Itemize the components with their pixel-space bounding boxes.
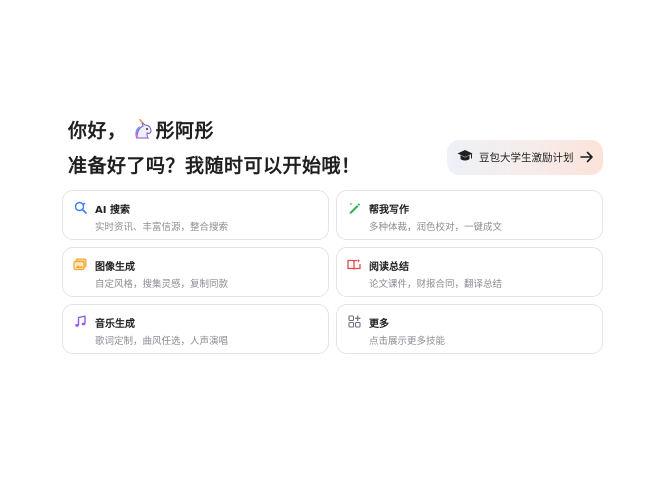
greeting-line: 你好， 彤阿彤 xyxy=(68,116,214,143)
skill-card-more[interactable]: 更多 点击展示更多技能 xyxy=(336,304,603,354)
card-description: 多种体裁，润色校对，一键成文 xyxy=(369,222,503,233)
card-description: 点击展示更多技能 xyxy=(369,336,446,347)
arrow-right-icon xyxy=(579,148,594,167)
promo-label: 豆包大学生激励计划 xyxy=(479,152,574,164)
image-icon xyxy=(73,257,87,271)
music-icon xyxy=(73,314,87,328)
skill-cards: AI 搜索 实时资讯、丰富信源，整合搜索 帮我写作 多种体裁，润色校对，一键成文 xyxy=(62,190,603,354)
greeting-subline: 准备好了吗？我随时可以开始哦！ xyxy=(68,155,361,177)
card-title: 帮我写作 xyxy=(369,205,409,216)
card-title: 阅读总结 xyxy=(369,262,409,273)
skill-card-music-generation[interactable]: 音乐生成 歌词定制，曲风任选，人声演唱 xyxy=(62,304,329,354)
card-title: AI 搜索 xyxy=(95,205,130,216)
skill-card-reading-summary[interactable]: 阅读总结 论文课件，财报合同，翻译总结 xyxy=(336,247,603,297)
card-title: 更多 xyxy=(369,319,389,330)
pen-icon xyxy=(347,200,361,214)
skill-card-image-generation[interactable]: 图像生成 自定风格，搜集灵感，复制同款 xyxy=(62,247,329,297)
card-description: 自定风格，搜集灵感，复制同款 xyxy=(95,279,229,290)
home-page: 你好， 彤阿彤 准备好了吗？我随时可以开始哦！ 豆包大学生激励计划 AI 搜索 … xyxy=(0,0,658,493)
apps-icon xyxy=(347,314,361,328)
card-description: 歌词定制，曲风任选，人声演唱 xyxy=(95,336,229,347)
student-incentive-button[interactable]: 豆包大学生激励计划 xyxy=(447,140,603,175)
greeting-prefix: 你好， xyxy=(68,120,127,142)
card-title: 图像生成 xyxy=(95,262,135,273)
graduation-cap-icon xyxy=(457,148,473,167)
card-title: 音乐生成 xyxy=(95,319,135,330)
skill-card-ai-search[interactable]: AI 搜索 实时资讯、丰富信源，整合搜索 xyxy=(62,190,329,240)
book-icon xyxy=(347,257,361,271)
card-description: 实时资讯、丰富信源，整合搜索 xyxy=(95,222,229,233)
skill-card-writing[interactable]: 帮我写作 多种体裁，润色校对，一键成文 xyxy=(336,190,603,240)
username: 彤阿彤 xyxy=(155,120,215,142)
unicorn-avatar-icon xyxy=(133,118,155,141)
search-icon xyxy=(73,200,87,214)
card-description: 论文课件，财报合同，翻译总结 xyxy=(369,279,503,290)
